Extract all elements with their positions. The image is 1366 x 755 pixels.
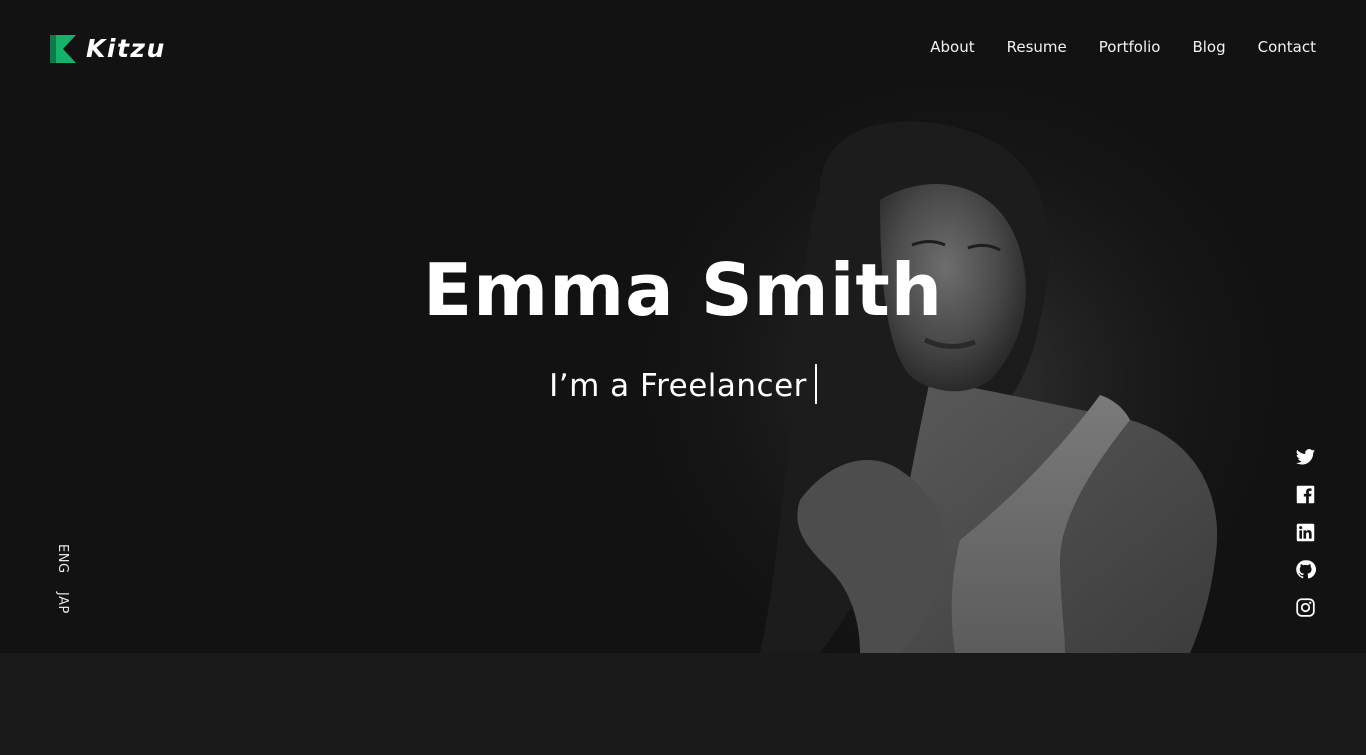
nav-portfolio[interactable]: Portfolio xyxy=(1099,38,1161,56)
main-nav: About Resume Portfolio Blog Contact xyxy=(930,38,1316,56)
nav-resume[interactable]: Resume xyxy=(1007,38,1067,56)
language-switcher: ENG JAP xyxy=(55,544,70,613)
nav-about[interactable]: About xyxy=(930,38,974,56)
nav-contact[interactable]: Contact xyxy=(1258,38,1316,56)
twitter-icon xyxy=(1295,448,1315,465)
lang-jap[interactable]: JAP xyxy=(55,592,70,614)
instagram-icon xyxy=(1295,597,1315,617)
instagram-link[interactable] xyxy=(1294,596,1316,618)
github-icon xyxy=(1295,560,1316,579)
facebook-link[interactable] xyxy=(1294,484,1316,506)
typing-caret xyxy=(814,364,817,404)
linkedin-icon xyxy=(1296,523,1314,541)
hero-name: Emma Smith xyxy=(422,248,944,332)
lower-section xyxy=(0,653,1366,755)
nav-blog[interactable]: Blog xyxy=(1192,38,1225,56)
hero-subtitle: I’m a Freelancer xyxy=(0,364,1366,404)
facebook-icon xyxy=(1296,485,1314,504)
brand-logo[interactable]: Kitzu xyxy=(50,34,166,63)
linkedin-link[interactable] xyxy=(1294,521,1316,543)
hero-subtitle-text: I’m a Freelancer xyxy=(549,368,807,404)
social-links xyxy=(1294,446,1316,618)
twitter-link[interactable] xyxy=(1294,446,1316,468)
lang-eng[interactable]: ENG xyxy=(55,544,70,574)
github-link[interactable] xyxy=(1294,559,1316,581)
k-logo-icon xyxy=(50,34,76,63)
brand-name: Kitzu xyxy=(86,34,166,63)
